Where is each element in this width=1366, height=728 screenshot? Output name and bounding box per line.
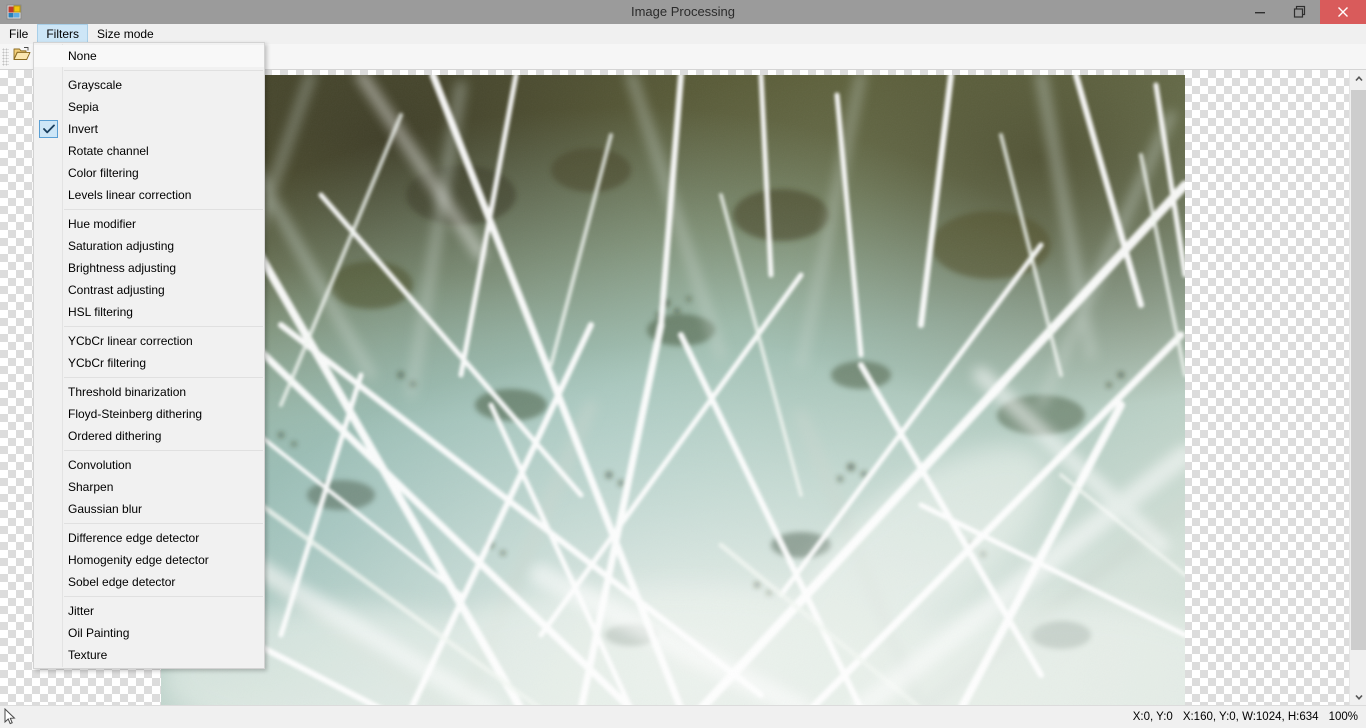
menu-option-threshold-binarization[interactable]: Threshold binarization	[34, 381, 264, 403]
status-zoom: 100%	[1328, 711, 1358, 723]
processed-image[interactable]	[161, 75, 1185, 705]
menu-bar: File Filters Size mode	[0, 24, 1366, 44]
menu-option-label: Sepia	[68, 100, 99, 114]
menu-option-homogenity-edge-detector[interactable]: Homogenity edge detector	[34, 549, 264, 571]
scroll-up-button[interactable]	[1350, 70, 1366, 87]
menu-option-label: Sobel edge detector	[68, 575, 176, 589]
menu-item-file-label: File	[9, 27, 29, 41]
scroll-down-button[interactable]	[1350, 688, 1366, 705]
app-window: Image Processing File Filters Size mode …	[0, 0, 1366, 728]
menu-option-ycbcr-filtering[interactable]: YCbCr filtering	[34, 352, 264, 374]
menu-option-label: Grayscale	[68, 78, 123, 92]
menu-option-label: Saturation adjusting	[68, 239, 175, 253]
menu-option-convolution[interactable]: Convolution	[34, 454, 264, 476]
menu-separator	[64, 450, 263, 451]
menu-option-color-filtering[interactable]: Color filtering	[34, 162, 264, 184]
menu-option-label: Jitter	[68, 604, 95, 618]
open-file-button[interactable]	[9, 45, 35, 69]
menu-option-label: Levels linear correction	[68, 188, 192, 202]
menu-option-difference-edge-detector[interactable]: Difference edge detector	[34, 527, 264, 549]
menu-option-label: Homogenity edge detector	[68, 553, 209, 567]
menu-option-invert[interactable]: Invert	[34, 118, 264, 140]
menu-option-sharpen[interactable]: Sharpen	[34, 476, 264, 498]
menu-item-size-mode-label: Size mode	[97, 27, 154, 41]
scrollbar-thumb[interactable]	[1351, 90, 1366, 650]
menu-option-gaussian-blur[interactable]: Gaussian blur	[34, 498, 264, 520]
menu-option-levels-linear-correction[interactable]: Levels linear correction	[34, 184, 264, 206]
menu-option-label: None	[68, 49, 97, 63]
open-folder-icon	[13, 46, 31, 67]
toolbar-grip[interactable]	[2, 47, 9, 66]
menu-option-floyd-steinberg-dithering[interactable]: Floyd-Steinberg dithering	[34, 403, 264, 425]
menu-separator	[64, 326, 263, 327]
vertical-scrollbar[interactable]	[1349, 70, 1366, 705]
minimize-button[interactable]	[1240, 0, 1280, 24]
menu-option-label: Convolution	[68, 458, 132, 472]
close-button[interactable]	[1320, 0, 1366, 24]
menu-option-label: YCbCr filtering	[68, 356, 147, 370]
menu-separator	[64, 523, 263, 524]
menu-option-brightness-adjusting[interactable]: Brightness adjusting	[34, 257, 264, 279]
menu-option-oil-painting[interactable]: Oil Painting	[34, 622, 264, 644]
menu-option-label: Ordered dithering	[68, 429, 162, 443]
menu-option-label: Invert	[68, 122, 99, 136]
menu-option-label: YCbCr linear correction	[68, 334, 193, 348]
app-squares-icon	[6, 4, 22, 20]
menu-option-label: Color filtering	[68, 166, 139, 180]
menu-option-ordered-dithering[interactable]: Ordered dithering	[34, 425, 264, 447]
menu-option-label: Texture	[68, 648, 108, 662]
menu-option-label: HSL filtering	[68, 305, 133, 319]
menu-option-ycbcr-linear-correction[interactable]: YCbCr linear correction	[34, 330, 264, 352]
menu-separator	[64, 209, 263, 210]
status-cursor-position: X:0, Y:0	[1132, 711, 1173, 723]
menu-option-rotate-channel[interactable]: Rotate channel	[34, 140, 264, 162]
menu-option-label: Hue modifier	[68, 217, 137, 231]
menu-option-none[interactable]: None	[34, 45, 264, 67]
menu-separator	[64, 596, 263, 597]
cactus-macro-photo	[161, 75, 1185, 705]
menu-item-size-mode[interactable]: Size mode	[88, 24, 163, 44]
menu-option-label: Floyd-Steinberg dithering	[68, 407, 203, 421]
maximize-restore-button[interactable]	[1280, 0, 1320, 24]
menu-option-contrast-adjusting[interactable]: Contrast adjusting	[34, 279, 264, 301]
menu-item-file[interactable]: File	[0, 24, 37, 44]
menu-item-filters[interactable]: Filters	[37, 24, 89, 44]
status-bar: X:0, Y:0 X:160, Y:0, W:1024, H:634 100%	[0, 705, 1366, 728]
menu-option-hue-modifier[interactable]: Hue modifier	[34, 213, 264, 235]
title-bar[interactable]: Image Processing	[0, 0, 1366, 24]
menu-option-sepia[interactable]: Sepia	[34, 96, 264, 118]
menu-option-label: Brightness adjusting	[68, 261, 177, 275]
menu-option-label: Difference edge detector	[68, 531, 200, 545]
chevron-up-icon	[1354, 75, 1363, 81]
menu-separator	[64, 377, 263, 378]
window-controls	[1240, 0, 1366, 24]
menu-option-label: Gaussian blur	[68, 502, 143, 516]
menu-option-sobel-edge-detector[interactable]: Sobel edge detector	[34, 571, 264, 593]
menu-option-hsl-filtering[interactable]: HSL filtering	[34, 301, 264, 323]
chevron-down-icon	[1354, 694, 1363, 700]
status-selection: X:160, Y:0, W:1024, H:634	[1182, 711, 1319, 723]
menu-option-jitter[interactable]: Jitter	[34, 600, 264, 622]
filters-dropdown-menu[interactable]: None Grayscale Sepia Invert Rotate channel Co…	[33, 42, 265, 669]
menu-option-label: Contrast adjusting	[68, 283, 165, 297]
menu-option-saturation-adjusting[interactable]: Saturation adjusting	[34, 235, 264, 257]
menu-option-label: Sharpen	[68, 480, 114, 494]
menu-item-filters-label: Filters	[46, 27, 80, 41]
window-title: Image Processing	[630, 4, 736, 19]
menu-option-texture[interactable]: Texture	[34, 644, 264, 666]
check-icon	[39, 120, 58, 138]
menu-option-label: Threshold binarization	[68, 385, 187, 399]
menu-option-label: Oil Painting	[68, 626, 130, 640]
menu-separator	[64, 70, 263, 71]
menu-option-label: Rotate channel	[68, 144, 149, 158]
menu-option-grayscale[interactable]: Grayscale	[34, 74, 264, 96]
